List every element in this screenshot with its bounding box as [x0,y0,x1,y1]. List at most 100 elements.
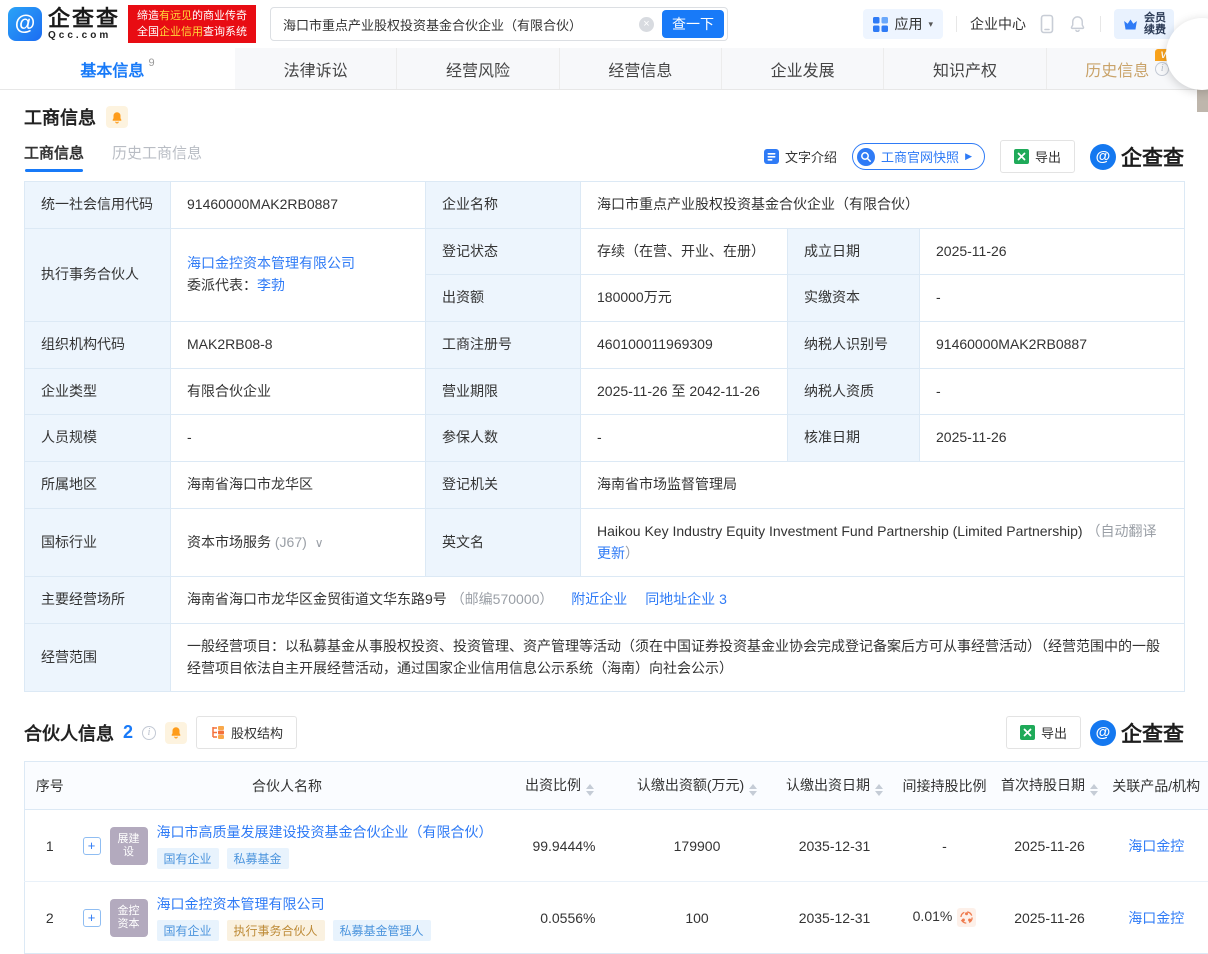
nearby-companies-link[interactable]: 附近企业 [571,591,627,607]
clear-icon[interactable]: × [639,17,654,32]
partner-name-link[interactable]: 海口市高质量发展建设投资基金合伙企业（有限合伙） [157,824,493,840]
company-type-value: 有限合伙企业 [171,368,426,415]
search-button[interactable]: 查一下 [662,10,724,38]
exec-partner-label: 执行事务合伙人 [25,228,171,321]
business-info-title: 工商信息 [24,104,96,130]
row-index: 2 [25,882,75,954]
related-product-link[interactable]: 海口金控 [1128,838,1184,854]
official-snapshot-button[interactable]: 工商官网快照 ▶ [852,143,985,170]
tab-operation-info[interactable]: 经营信息 [559,48,721,89]
business-scope-value: 一般经营项目：以私募基金从事股权投资、投资管理、资产管理等活动（须在中国证券投资… [171,623,1185,691]
insured-count-value: - [581,415,788,462]
col-indirect: 间接持股比例 [895,762,995,810]
col-first-date[interactable]: 首次持股日期 [995,762,1105,810]
expand-button[interactable]: + [83,909,101,927]
main-tab-bar: 基本信息9 法律诉讼 经营风险 经营信息 企业发展 知识产权 VIP 历史信息 [0,48,1208,90]
text-intro-button[interactable]: 文字介绍 [764,147,837,166]
address-value: 海南省海口市龙华区金贸街道文华东路9号 （邮编570000） 附近企业 同地址企… [171,577,1185,624]
partners-table: 序号 合伙人名称 出资比例 认缴出资额(万元) 认缴出资日期 间接持股比例 首次… [24,761,1208,954]
tag-state-owned[interactable]: 国有企业 [157,848,219,869]
sort-icon[interactable] [875,784,883,796]
industry-value: 资本市场服务 (J67) ∨ [171,508,426,576]
business-term-value: 2025-11-26 至 2042-11-26 [581,368,788,415]
info-icon[interactable] [142,726,156,740]
divider [956,16,957,32]
logo-text: 企查查 [48,8,120,30]
tag-executive-partner[interactable]: 执行事务合伙人 [227,920,325,941]
company-center-link[interactable]: 企业中心 [970,14,1026,34]
exec-partner-link[interactable]: 海口金控资本管理有限公司 [187,255,355,271]
export-button[interactable]: 导出 [1000,140,1075,173]
apps-menu[interactable]: 应用 ▾ [863,9,943,39]
partners-title: 合伙人信息 [24,720,114,746]
partner-row-2: 2 + 金控资本 海口金控资本管理有限公司 国有企业 执行事务合伙人 私募基金管… [25,882,1208,954]
tab-legal-litigation[interactable]: 法律诉讼 [235,48,396,89]
col-date[interactable]: 认缴出资日期 [775,762,895,810]
region-label: 所属地区 [25,462,171,509]
same-address-companies-link[interactable]: 同地址企业 3 [645,591,727,607]
qcc-mini-icon [1090,144,1116,170]
related-product-link[interactable]: 海口金控 [1128,910,1184,926]
tab-operation-risk[interactable]: 经营风险 [396,48,558,89]
search-input[interactable] [283,17,631,32]
paid-capital-label: 实缴资本 [788,275,920,322]
org-code-value: MAK2RB08-8 [171,322,426,369]
sort-icon[interactable] [749,784,757,796]
amount-value: 100 [620,882,775,954]
col-amount[interactable]: 认缴出资额(万元) [620,762,775,810]
col-index: 序号 [25,762,75,810]
logo-domain: Qcc.com [48,30,120,41]
exec-partner-value: 海口金控资本管理有限公司 委派代表：李勃 [171,228,426,321]
tag-state-owned[interactable]: 国有企业 [157,920,219,941]
partners-count: 2 [123,722,133,743]
taxpayer-qual-label: 纳税人资质 [788,368,920,415]
col-ratio[interactable]: 出资比例 [500,762,620,810]
established-label: 成立日期 [788,228,920,275]
member-renew-button[interactable]: 会员续费 [1114,9,1174,39]
business-scope-label: 经营范围 [25,623,171,691]
first-date-value: 2025-11-26 [995,810,1105,882]
tag-fund-manager[interactable]: 私募基金管理人 [333,920,431,941]
delegate-link[interactable]: 李勃 [257,277,285,293]
established-value: 2025-11-26 [920,228,1185,275]
approval-date-label: 核准日期 [788,415,920,462]
chevron-down-icon[interactable]: ∨ [315,536,324,550]
excel-icon [1020,725,1035,740]
status-value: 存续（在营、开业、在册） [581,228,788,275]
business-info-table: 统一社会信用代码 91460000MAK2RB0887 企业名称 海口市重点产业… [24,181,1185,692]
subtab-business-info[interactable]: 工商信息 [24,142,84,172]
qcc-watermark: 企查查 [1090,142,1184,172]
tab-intellectual-property[interactable]: 知识产权 [883,48,1045,89]
insured-count-label: 参保人数 [426,415,581,462]
qcc-logo-icon [8,7,42,41]
qcc-mini-icon [1090,720,1116,746]
chevron-down-icon: ▾ [928,19,933,30]
monitor-bell-icon[interactable] [106,106,128,128]
tag-private-fund[interactable]: 私募基金 [227,848,289,869]
sort-icon[interactable] [586,784,594,796]
partner-name-link[interactable]: 海口金控资本管理有限公司 [157,896,325,912]
equity-penetration-icon[interactable] [957,908,976,927]
col-related: 关联产品/机构 [1105,762,1208,810]
monitor-bell-icon[interactable] [165,722,187,744]
translate-update-link[interactable]: 更新 [597,545,625,561]
qcc-logo[interactable]: 企查查 Qcc.com [8,7,120,41]
tab-company-development[interactable]: 企业发展 [721,48,883,89]
subtab-history-business-info[interactable]: 历史工商信息 [112,142,202,172]
divider [1100,16,1101,32]
address-label: 主要经营场所 [25,577,171,624]
partners-export-button[interactable]: 导出 [1006,716,1081,749]
mobile-app-icon[interactable] [1039,14,1055,34]
top-bar: 企查查 Qcc.com 缔造有远见的商业传奇 全国企业信用查询系统 × 查一下 … [0,0,1208,48]
sort-icon[interactable] [1090,784,1098,796]
notification-bell-icon[interactable] [1068,14,1087,34]
expand-button[interactable]: + [83,837,101,855]
credit-code-value: 91460000MAK2RB0887 [171,182,426,229]
staff-size-label: 人员规模 [25,415,171,462]
reg-no-label: 工商注册号 [426,322,581,369]
authority-value: 海南省市场监督管理局 [581,462,1185,509]
grid-icon [873,17,888,32]
qcc-watermark: 企查查 [1090,718,1184,748]
tab-basic-info[interactable]: 基本信息9 [0,48,235,89]
equity-structure-button[interactable]: 股权结构 [196,716,297,749]
